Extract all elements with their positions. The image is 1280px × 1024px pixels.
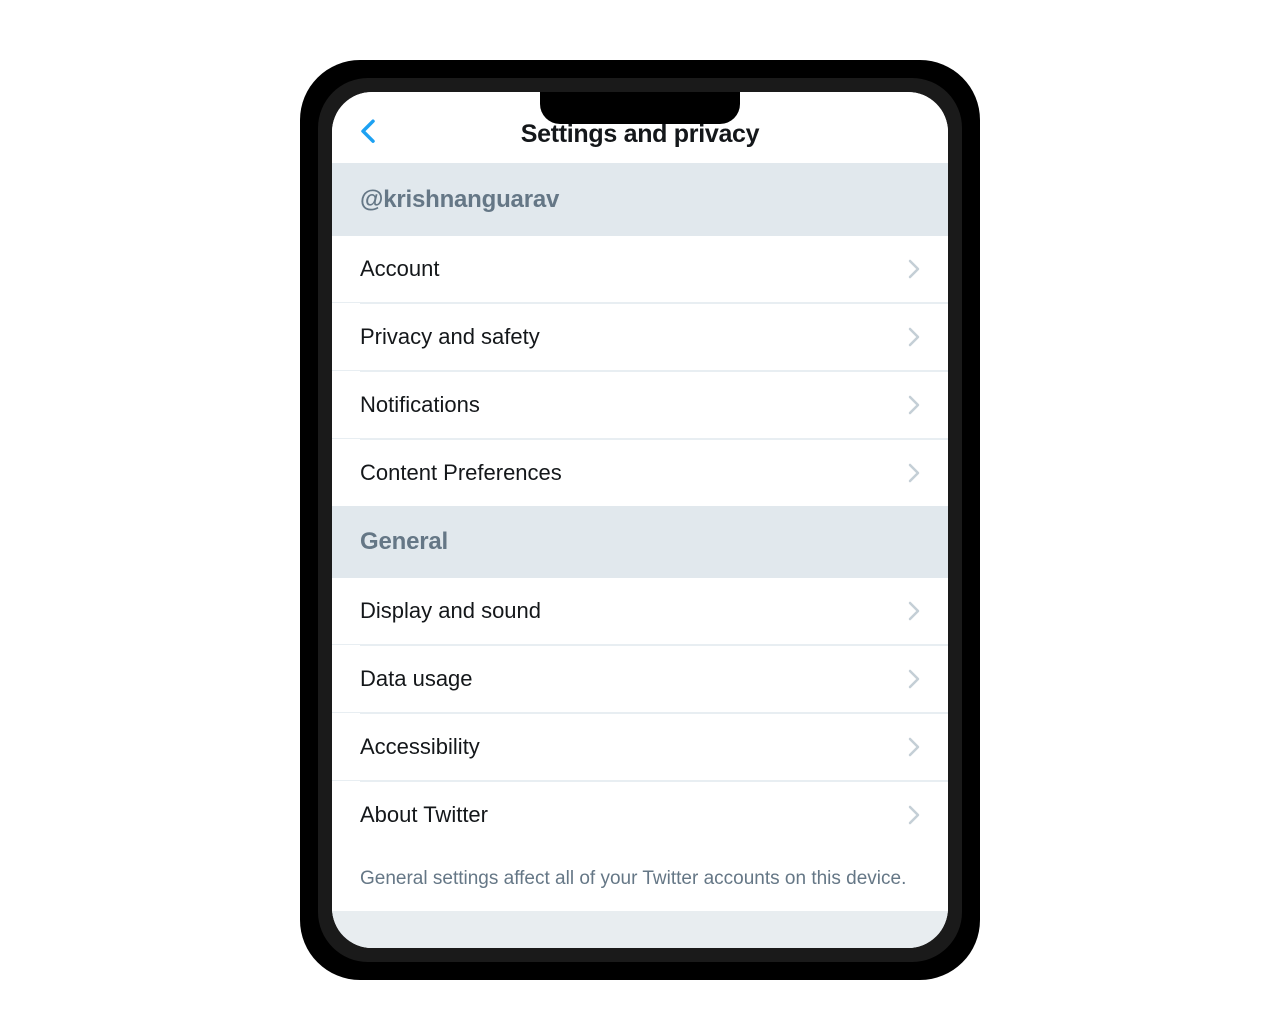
list-item-about-twitter[interactable]: About Twitter	[332, 782, 948, 848]
phone-frame: Settings and privacy @krishnanguarav Acc…	[300, 60, 980, 980]
content-area: @krishnanguarav Account Privacy and safe…	[332, 164, 948, 948]
section-header-general: General	[332, 506, 948, 578]
list-item-label: Data usage	[360, 666, 473, 692]
list-item-label: Content Preferences	[360, 460, 562, 486]
list-item-account[interactable]: Account	[332, 236, 948, 303]
list-item-label: Display and sound	[360, 598, 541, 624]
list-item-display-sound[interactable]: Display and sound	[332, 578, 948, 645]
chevron-right-icon	[908, 395, 920, 415]
chevron-right-icon	[908, 805, 920, 825]
chevron-right-icon	[908, 737, 920, 757]
chevron-right-icon	[908, 327, 920, 347]
chevron-left-icon	[359, 118, 377, 144]
chevron-right-icon	[908, 259, 920, 279]
screen: Settings and privacy @krishnanguarav Acc…	[332, 92, 948, 948]
back-button[interactable]	[352, 115, 384, 147]
list-item-notifications[interactable]: Notifications	[332, 372, 948, 439]
section-items-general: Display and sound Data usage	[332, 578, 948, 848]
list-item-label: Account	[360, 256, 440, 282]
section-items-account: Account Privacy and safety	[332, 236, 948, 506]
phone-notch	[540, 92, 740, 124]
page-title: Settings and privacy	[521, 120, 760, 149]
list-item-label: About Twitter	[360, 802, 488, 828]
list-item-content-preferences[interactable]: Content Preferences	[332, 440, 948, 506]
chevron-right-icon	[908, 601, 920, 621]
section-footer-text: General settings affect all of your Twit…	[332, 848, 948, 911]
list-item-label: Accessibility	[360, 734, 480, 760]
list-item-data-usage[interactable]: Data usage	[332, 646, 948, 713]
chevron-right-icon	[908, 669, 920, 689]
list-item-privacy-safety[interactable]: Privacy and safety	[332, 304, 948, 371]
section-header-username: @krishnanguarav	[332, 164, 948, 236]
phone-inner: Settings and privacy @krishnanguarav Acc…	[318, 78, 962, 962]
chevron-right-icon	[908, 463, 920, 483]
list-item-label: Notifications	[360, 392, 480, 418]
list-item-label: Privacy and safety	[360, 324, 540, 350]
list-item-accessibility[interactable]: Accessibility	[332, 714, 948, 781]
